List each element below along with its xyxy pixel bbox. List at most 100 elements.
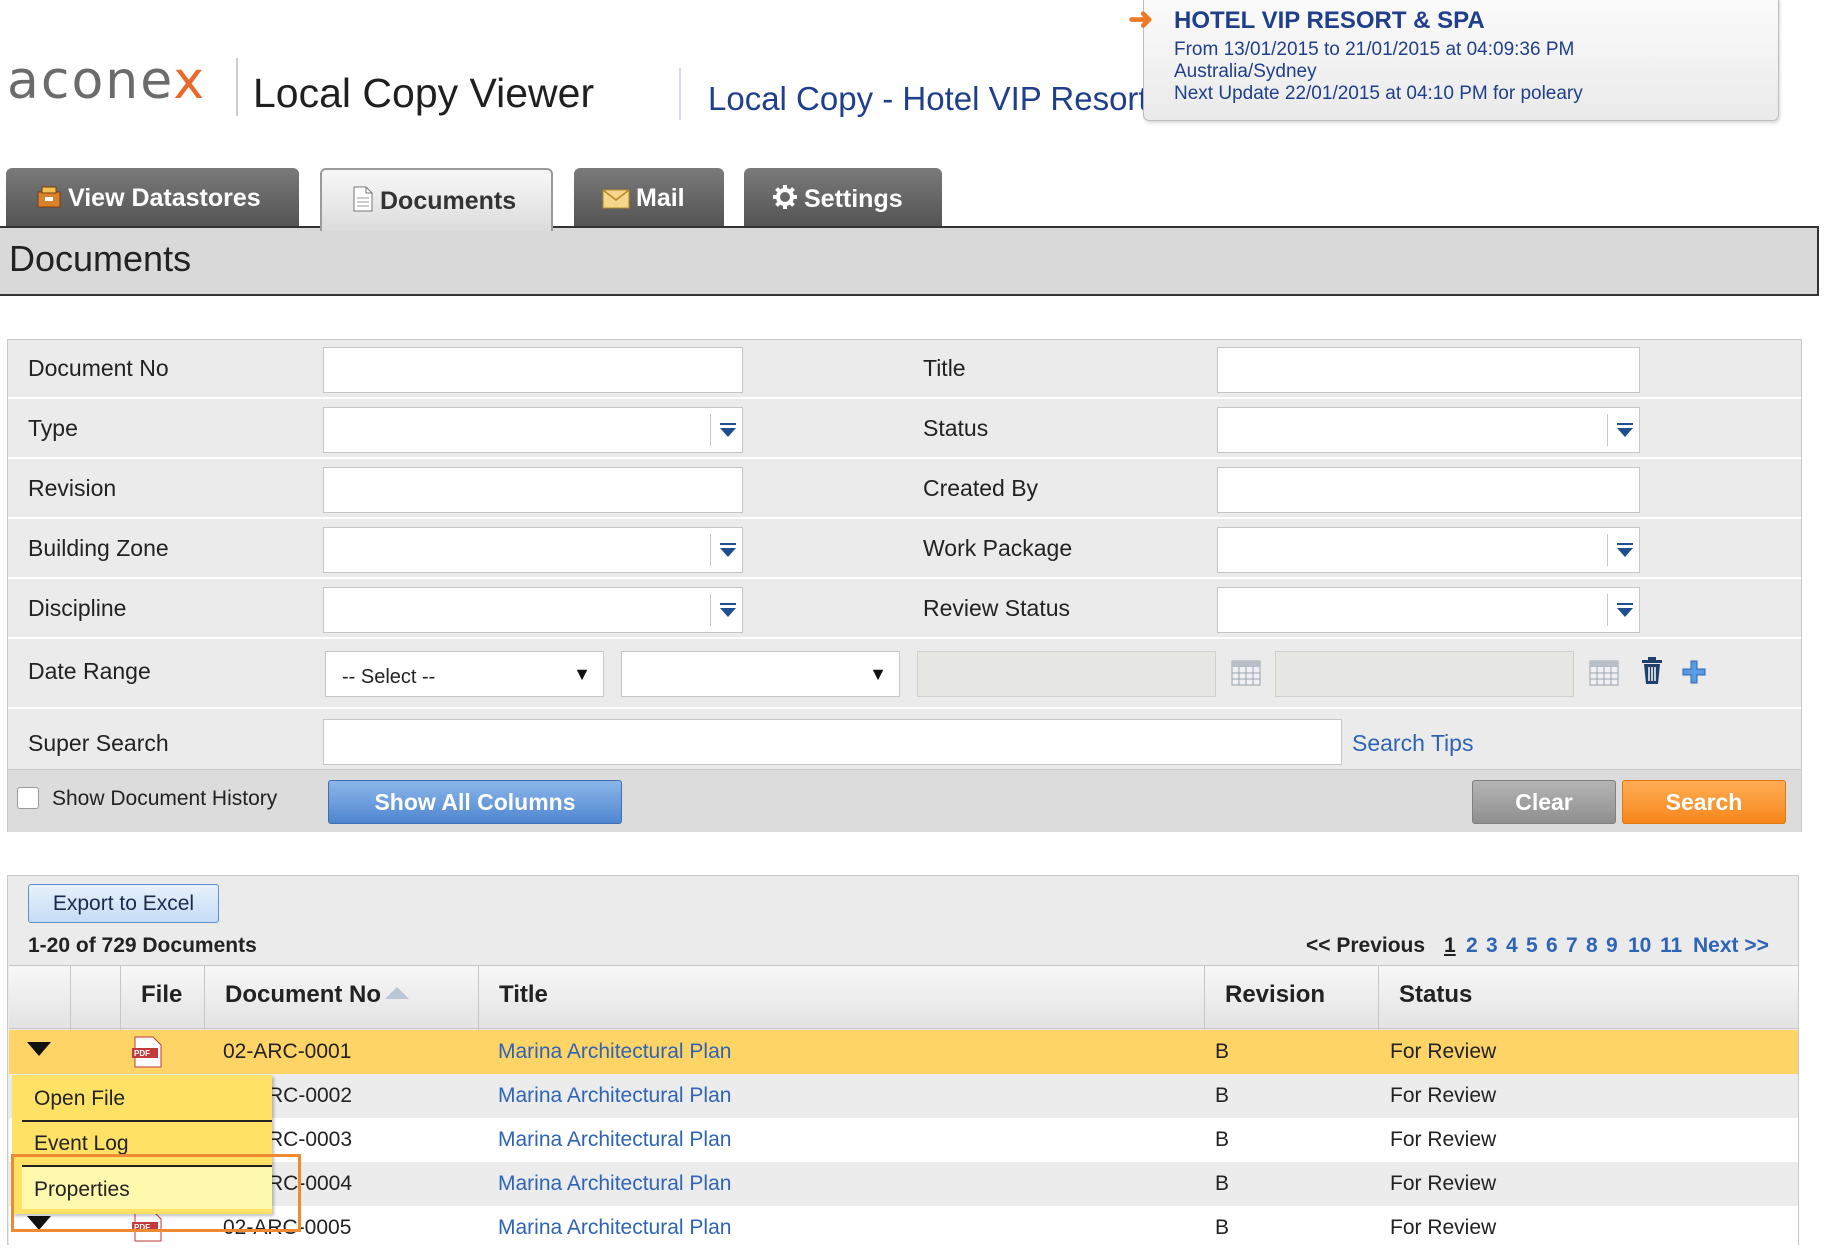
- select-arrow-icon: ▼: [573, 664, 591, 684]
- table-row[interactable]: PDF 02-ARC-0001 Marina Architectural Pla…: [9, 1030, 1798, 1074]
- discipline-label: Discipline: [28, 595, 127, 621]
- pager-page-4[interactable]: 4: [1506, 934, 1518, 958]
- table-row[interactable]: RC-0002 Marina Architectural Plan B For …: [9, 1074, 1798, 1118]
- column-header-title[interactable]: Title: [479, 966, 1205, 1030]
- pager-page-11[interactable]: 11: [1660, 934, 1682, 958]
- pager-page-5[interactable]: 5: [1526, 934, 1538, 958]
- title-input[interactable]: [1217, 347, 1640, 393]
- date-from-input[interactable]: [917, 651, 1216, 697]
- pager-page-8[interactable]: 8: [1586, 934, 1598, 958]
- search-button[interactable]: Search: [1622, 780, 1786, 824]
- date-range-option-select[interactable]: ▼: [621, 651, 900, 697]
- row-divider: [8, 517, 1801, 519]
- calendar-icon[interactable]: [1589, 660, 1619, 686]
- dropdown-arrow-icon[interactable]: [710, 414, 742, 446]
- tab-documents[interactable]: Documents: [320, 168, 553, 231]
- calendar-icon[interactable]: [1231, 660, 1261, 686]
- revision-input[interactable]: [323, 467, 743, 513]
- review-status-label: Review Status: [923, 595, 1071, 621]
- date-range-label: Date Range: [28, 658, 151, 684]
- column-header-status[interactable]: Status: [1379, 966, 1798, 1030]
- export-to-excel-button[interactable]: Export to Excel: [28, 884, 219, 923]
- dropdown-arrow-icon[interactable]: [1607, 594, 1639, 626]
- created-by-input[interactable]: [1217, 467, 1640, 513]
- dropdown-arrow-icon[interactable]: [1607, 414, 1639, 446]
- pager-previous[interactable]: << Previous: [1306, 934, 1425, 958]
- aconex-logo: aconex: [7, 51, 207, 111]
- dropdown-arrow-icon[interactable]: [710, 594, 742, 626]
- document-no-label: Document No: [28, 355, 169, 381]
- revision-cell: B: [1215, 1040, 1230, 1063]
- created-by-label: Created By: [923, 475, 1039, 501]
- column-header-select: [71, 966, 121, 1030]
- status-cell: For Review: [1390, 1128, 1497, 1151]
- column-header-file[interactable]: File: [121, 966, 205, 1030]
- add-plus-icon[interactable]: [1681, 659, 1707, 690]
- page-title: Documents: [9, 238, 192, 279]
- building-zone-label: Building Zone: [28, 535, 169, 561]
- status-dropdown[interactable]: [1217, 407, 1640, 453]
- super-search-label: Super Search: [28, 730, 169, 756]
- building-zone-dropdown[interactable]: [323, 527, 743, 573]
- expand-arrow-icon[interactable]: [27, 1042, 51, 1056]
- pager-current-page: 1: [1444, 934, 1456, 957]
- project-timezone: Australia/Sydney: [1174, 61, 1317, 82]
- column-header-revision[interactable]: Revision: [1205, 966, 1379, 1030]
- pager-page-10[interactable]: 10: [1628, 934, 1651, 958]
- dropdown-arrow-icon[interactable]: [710, 534, 742, 566]
- show-history-checkbox[interactable]: [17, 787, 39, 809]
- dropdown-arrow-icon[interactable]: [1607, 534, 1639, 566]
- trash-icon[interactable]: [1640, 656, 1664, 691]
- work-package-label: Work Package: [923, 535, 1073, 561]
- tab-settings[interactable]: Settings: [744, 168, 942, 226]
- tab-mail[interactable]: Mail: [574, 168, 724, 226]
- pager-page-9[interactable]: 9: [1606, 934, 1618, 958]
- pdf-file-icon[interactable]: PDF: [131, 1036, 165, 1073]
- super-search-input[interactable]: [323, 719, 1342, 765]
- discipline-dropdown[interactable]: [323, 587, 743, 633]
- document-no-cell: RC-0003: [268, 1128, 353, 1151]
- title-link[interactable]: Marina Architectural Plan: [498, 1128, 731, 1152]
- status-label: Status: [923, 415, 989, 441]
- sort-ascending-icon: [385, 987, 409, 999]
- page-title-bar: Documents: [0, 226, 1819, 296]
- title-link[interactable]: Marina Architectural Plan: [498, 1172, 731, 1196]
- document-no-input[interactable]: [323, 347, 743, 393]
- status-cell: For Review: [1390, 1040, 1497, 1063]
- title-link[interactable]: Marina Architectural Plan: [498, 1040, 731, 1064]
- pager-page-6[interactable]: 6: [1546, 934, 1558, 958]
- show-history-label: Show Document History: [52, 787, 278, 810]
- show-all-columns-button[interactable]: Show All Columns: [328, 780, 622, 824]
- pager-page-3[interactable]: 3: [1486, 934, 1498, 958]
- review-status-dropdown[interactable]: [1217, 587, 1640, 633]
- menu-item-open-file[interactable]: Open File: [34, 1087, 125, 1111]
- project-name: HOTEL VIP RESORT & SPA: [1174, 7, 1485, 34]
- revision-cell: B: [1215, 1216, 1230, 1239]
- type-dropdown[interactable]: [323, 407, 743, 453]
- project-date-range: From 13/01/2015 to 21/01/2015 at 04:09:3…: [1174, 39, 1575, 60]
- datastore-icon: [36, 185, 62, 216]
- tab-view-datastores[interactable]: View Datastores: [6, 168, 299, 226]
- menu-divider: [22, 1120, 272, 1122]
- date-to-input[interactable]: [1275, 651, 1574, 697]
- project-link[interactable]: Local Copy - Hotel VIP Resort: [708, 80, 1148, 118]
- search-tips-link[interactable]: Search Tips: [1352, 730, 1473, 757]
- title-link[interactable]: Marina Architectural Plan: [498, 1084, 731, 1108]
- svg-text:PDF: PDF: [134, 1049, 150, 1058]
- pager-page-2[interactable]: 2: [1466, 934, 1478, 958]
- mail-icon: [602, 187, 630, 216]
- clear-button[interactable]: Clear: [1472, 780, 1616, 824]
- table-header: File Document No Title Revision Status: [9, 965, 1798, 1030]
- status-cell: For Review: [1390, 1216, 1497, 1239]
- work-package-dropdown[interactable]: [1217, 527, 1640, 573]
- column-header-document-no[interactable]: Document No: [205, 966, 479, 1030]
- row-divider: [8, 707, 1801, 709]
- date-range-type-select[interactable]: -- Select -- ▼: [325, 651, 604, 697]
- title-link[interactable]: Marina Architectural Plan: [498, 1216, 731, 1240]
- pager-page-7[interactable]: 7: [1566, 934, 1578, 958]
- revision-label: Revision: [28, 475, 117, 501]
- menu-item-event-log[interactable]: Event Log: [34, 1132, 129, 1156]
- header-divider: [679, 68, 681, 120]
- document-no-cell: RC-0002: [268, 1084, 353, 1107]
- pager-next[interactable]: Next >>: [1693, 934, 1769, 958]
